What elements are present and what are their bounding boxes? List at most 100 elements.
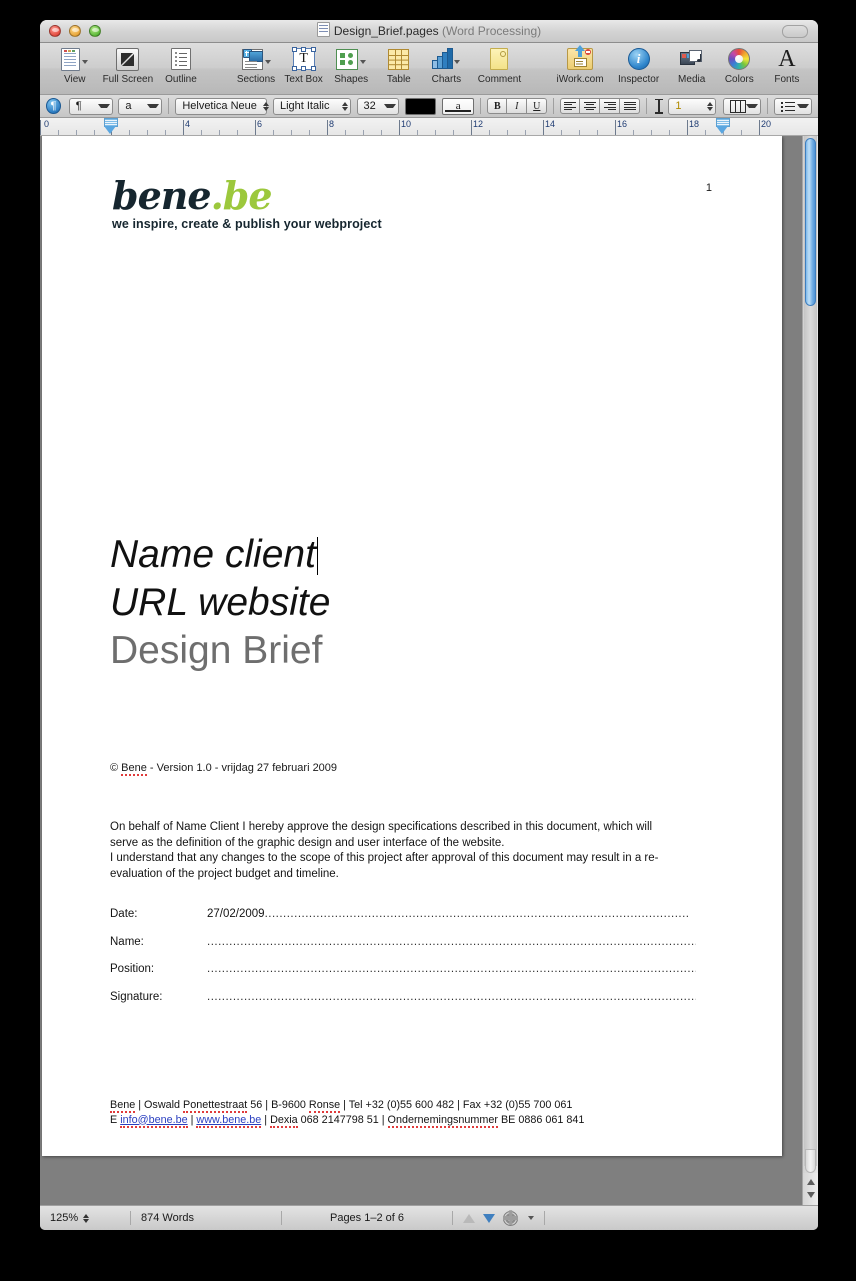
document-canvas-area: 1 bene.be we inspire, create & publish y… xyxy=(40,136,818,1205)
paragraph-style-popup[interactable]: ¶ xyxy=(68,97,113,115)
comment-icon xyxy=(470,46,529,72)
zoom-control[interactable]: 125% xyxy=(40,1206,130,1230)
toolbar-button-media[interactable]: Media xyxy=(668,46,716,85)
shapes-icon xyxy=(327,46,375,72)
word-count-label: 874 Words xyxy=(141,1212,194,1224)
columns-popup[interactable] xyxy=(722,97,761,115)
font-size-popup[interactable]: 32 xyxy=(356,97,399,115)
field-row-name[interactable]: Name: ..................................… xyxy=(110,936,696,948)
charts-icon xyxy=(423,46,471,72)
toolbar-label-table: Table xyxy=(386,74,411,85)
gear-menu-caret-icon[interactable] xyxy=(528,1216,534,1220)
align-left-button[interactable] xyxy=(560,98,581,114)
toolbar-button-fonts[interactable]: A Fonts xyxy=(763,46,811,85)
right-indent-marker[interactable] xyxy=(716,126,728,134)
paragraph-style-icon[interactable]: ¶ xyxy=(46,98,62,114)
align-right-button[interactable] xyxy=(600,98,621,114)
field-row-position[interactable]: Position: ..............................… xyxy=(110,963,696,975)
zoom-stepper[interactable] xyxy=(83,1213,90,1223)
vertical-scrollbar[interactable] xyxy=(802,136,818,1205)
page-navigation xyxy=(453,1206,544,1230)
copyright-company: Bene xyxy=(121,762,147,776)
toolbar-button-shapes[interactable]: Shapes xyxy=(327,46,375,85)
toolbar-label-shapes: Shapes xyxy=(334,74,369,85)
close-button[interactable] xyxy=(49,25,61,37)
full-screen-icon xyxy=(99,46,158,72)
horizontal-ruler[interactable]: 0 2 4 6 8 10 12 14 16 18 20 xyxy=(40,118,818,136)
copyright-rest: - Version 1.0 - vrijdag 27 februari 2009 xyxy=(146,762,338,774)
font-family-popup[interactable]: Helvetica Neue xyxy=(175,97,269,115)
font-family-stepper[interactable] xyxy=(257,101,269,111)
toolbar-toggle-button[interactable] xyxy=(782,25,808,38)
document-title-block[interactable]: Name client URL website Design Brief xyxy=(110,531,330,675)
zoom-button[interactable] xyxy=(89,25,101,37)
character-style-popup[interactable]: a xyxy=(118,97,163,115)
ruler-number: 14 xyxy=(545,119,556,129)
alignment-group xyxy=(560,98,641,114)
scroll-up-icon[interactable] xyxy=(806,1179,815,1185)
font-typeface-stepper[interactable] xyxy=(336,101,348,111)
align-center-button[interactable] xyxy=(580,98,601,114)
document-canvas[interactable]: 1 bene.be we inspire, create & publish y… xyxy=(40,136,802,1205)
scrollbar-thumb[interactable] xyxy=(805,138,816,306)
text-background-swatch[interactable]: a xyxy=(442,97,475,115)
toolbar-button-colors[interactable]: Colors xyxy=(715,46,763,85)
list-style-popup[interactable] xyxy=(773,97,813,115)
field-label-position: Position: xyxy=(110,963,155,975)
text-color-swatch[interactable] xyxy=(405,97,436,115)
font-size-value: 32 xyxy=(363,100,376,112)
document-page[interactable]: 1 bene.be we inspire, create & publish y… xyxy=(42,136,782,1156)
toolbar-button-text-box[interactable]: T Text Box xyxy=(280,46,328,85)
italic-button[interactable]: I xyxy=(507,98,528,114)
toolbar-button-iwork[interactable]: iWork.com xyxy=(551,45,610,85)
title-line-name-client: Name client xyxy=(110,533,318,576)
media-icon xyxy=(668,46,716,72)
approval-paragraph[interactable]: On behalf of Name Client I hereby approv… xyxy=(110,820,696,882)
field-label-name: Name: xyxy=(110,935,144,948)
font-family-value: Helvetica Neue xyxy=(182,100,257,112)
footer-email-link[interactable]: info@bene.be xyxy=(120,1113,188,1128)
field-row-signature[interactable]: Signature: .............................… xyxy=(110,991,696,1003)
font-typeface-popup[interactable]: Light Italic xyxy=(272,97,351,115)
line-spacing-field[interactable]: 1 xyxy=(668,97,717,115)
toolbar-button-sections[interactable]: Sections xyxy=(232,46,280,85)
bold-button[interactable]: B xyxy=(487,98,508,114)
align-justify-button[interactable] xyxy=(620,98,641,114)
toolbar-label-full-screen: Full Screen xyxy=(102,74,154,85)
minimize-button[interactable] xyxy=(69,25,81,37)
page-range-label: Pages 1–2 of 6 xyxy=(329,1212,404,1224)
toolbar-button-inspector[interactable]: i Inspector xyxy=(609,46,668,85)
footer-bank: Dexia xyxy=(270,1113,298,1128)
toolbar-button-charts[interactable]: Charts xyxy=(423,46,471,85)
ruler-number: 18 xyxy=(689,119,700,129)
page-number-label: 1 xyxy=(705,182,712,194)
scrollbar-arrows[interactable] xyxy=(803,1173,818,1205)
toolbar-button-view[interactable]: View xyxy=(51,46,99,85)
page-down-icon[interactable] xyxy=(483,1213,495,1223)
scroll-down-icon[interactable] xyxy=(806,1192,815,1198)
field-value-date: 27/02/2009..............................… xyxy=(207,908,690,920)
scrollbar-track-bottom[interactable] xyxy=(805,1149,816,1173)
field-row-date[interactable]: Date: 27/02/2009........................… xyxy=(110,908,696,920)
status-bar-filler xyxy=(545,1206,818,1230)
line-spacing-stepper[interactable] xyxy=(701,101,714,111)
logo-name-dark: bene xyxy=(112,173,212,218)
footer-website-link[interactable]: www.bene.be xyxy=(196,1113,262,1128)
toolbar-button-comment[interactable]: Comment xyxy=(470,46,529,85)
text-background-glyph: a xyxy=(455,100,461,112)
paragraph-line: On behalf of Name Client I hereby approv… xyxy=(110,821,653,833)
page-up-icon[interactable] xyxy=(463,1213,475,1223)
gear-icon[interactable] xyxy=(503,1210,518,1226)
ruler-number: 12 xyxy=(473,119,484,129)
footer-line-2: E info@bene.be | www.bene.be | Dexia 068… xyxy=(110,1113,585,1128)
toolbar-button-table[interactable]: Table xyxy=(375,46,423,85)
toolbar-label-text-box: Text Box xyxy=(284,74,323,85)
zoom-value: 125% xyxy=(50,1212,79,1224)
toolbar-button-outline[interactable]: Outline xyxy=(157,46,205,85)
ruler-number: 4 xyxy=(185,119,191,129)
underline-button[interactable]: U xyxy=(527,98,548,114)
signature-fields: Date: 27/02/2009........................… xyxy=(110,908,696,1018)
toolbar-button-full-screen[interactable]: Full Screen xyxy=(99,46,158,85)
document-footer: Bene | Oswald Ponettestraat 56 | B-9600 … xyxy=(110,1098,710,1128)
left-indent-marker[interactable] xyxy=(104,126,116,134)
